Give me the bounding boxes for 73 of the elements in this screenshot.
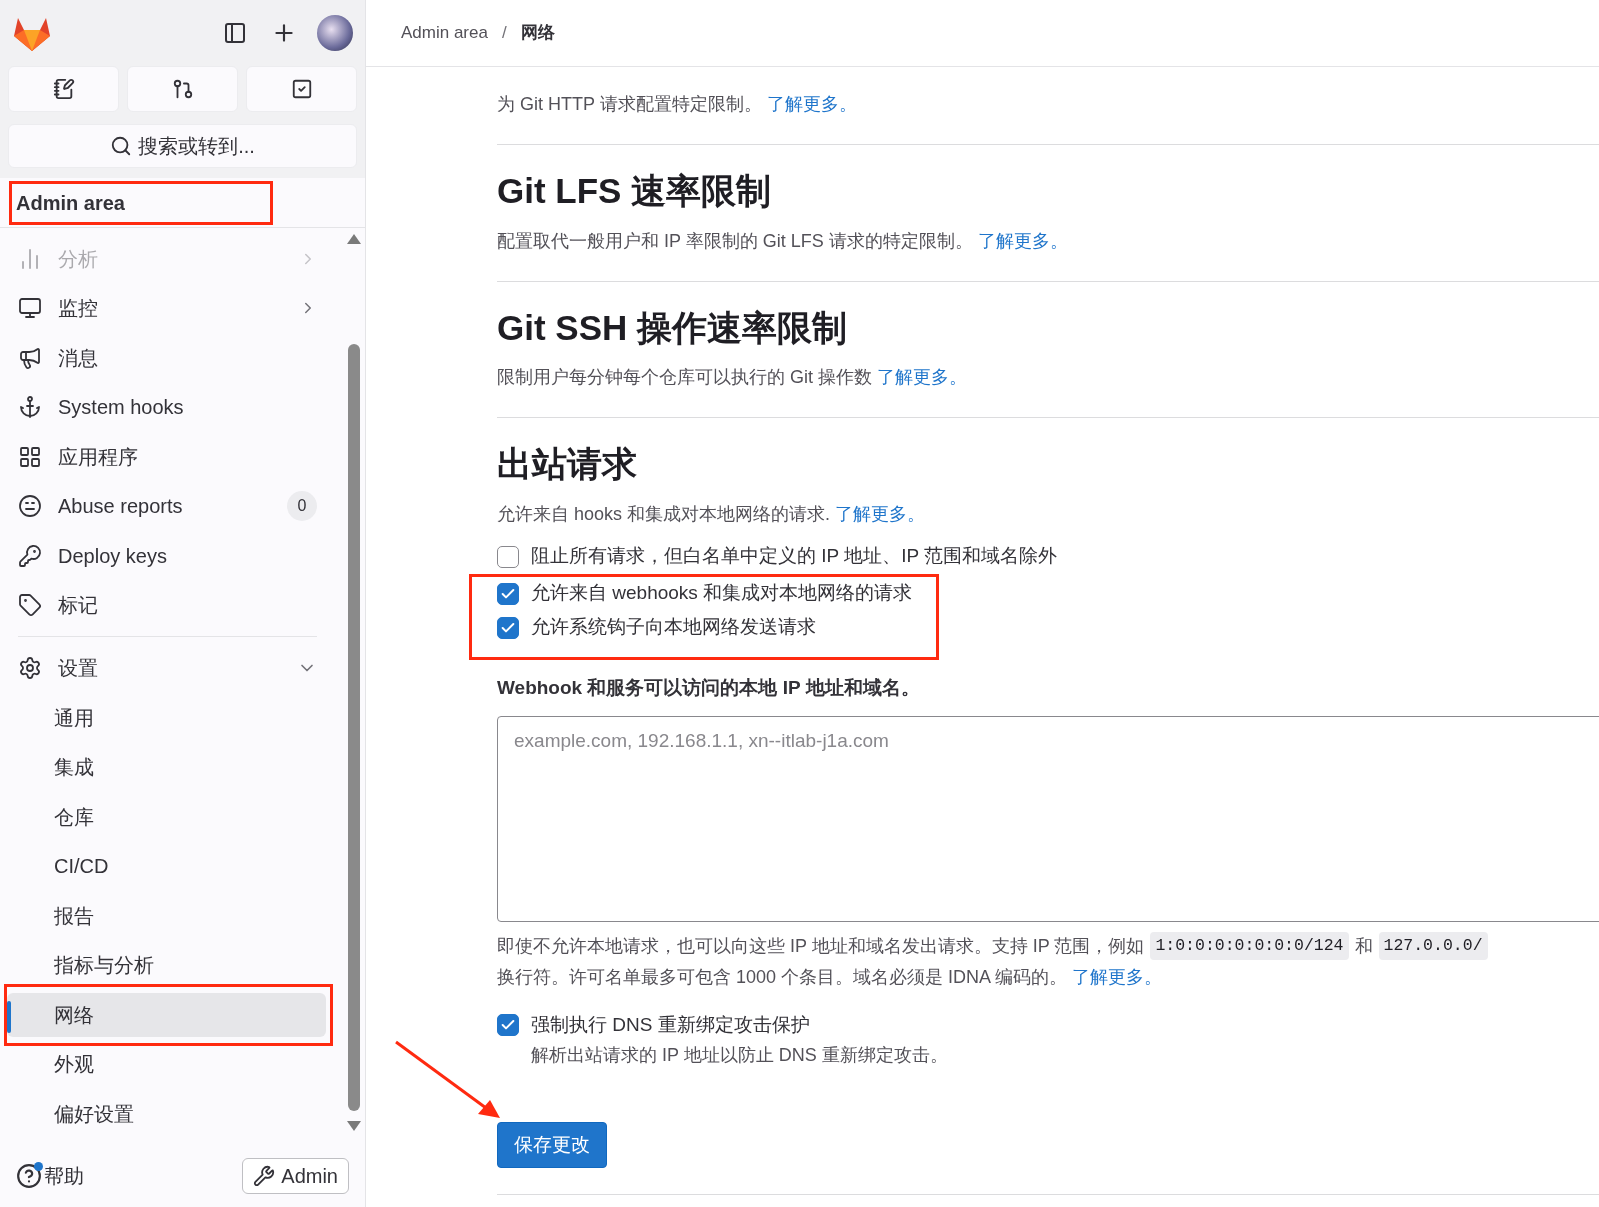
count-badge: 0 — [287, 491, 317, 522]
nav-subitem[interactable]: 报告 — [7, 894, 330, 938]
gear-icon — [18, 656, 42, 680]
scroll-down-icon — [347, 1121, 361, 1131]
anchor-icon — [18, 395, 42, 420]
learn-more-link[interactable]: 了解更多。 — [766, 94, 857, 114]
nav-subitem[interactable]: 指标与分析 — [7, 943, 330, 987]
megaphone-icon — [18, 345, 42, 370]
checkbox-label: 阻止所有请求，但白名单中定义的 IP 地址、IP 范围和域名除外 — [531, 544, 1058, 569]
checkbox[interactable] — [497, 582, 519, 605]
help-text: 换行符。许可名单最多可包含 1000 个条目。域名必须是 IDNA 编码的。 了解更多。 — [497, 966, 1164, 989]
breadcrumb-link[interactable]: Admin area — [401, 20, 488, 46]
field-label: Webhook 和服务可以访问的本地 IP 地址和域名。 — [497, 675, 921, 700]
nav-subitem[interactable]: 通用 — [7, 696, 330, 740]
section-heading: Git LFS 速率限制 — [497, 170, 773, 212]
learn-more-link[interactable]: 了解更多。 — [835, 503, 926, 524]
issues-button[interactable] — [8, 66, 119, 112]
key-icon — [18, 543, 42, 568]
search-icon — [110, 135, 133, 157]
checkbox-label: 允许来自 webhooks 和集成对本地网络的请求 — [531, 581, 913, 606]
nav-item[interactable]: System hooks — [8, 382, 327, 432]
wrench-icon — [253, 1165, 276, 1187]
section-description: 配置取代一般用户和 IP 率限制的 Git LFS 请求的特定限制。 了解更多。 — [497, 229, 1069, 253]
search-button[interactable]: 搜索或转到... — [8, 124, 357, 168]
checkbox-label: 强制执行 DNS 重新绑定攻击保护 — [531, 1013, 811, 1037]
tag-icon — [18, 593, 42, 618]
nav-group-header[interactable]: 设置 — [8, 643, 327, 693]
help-text: 即使不允许本地请求，也可以向这些 IP 地址和域名发出请求。支持 IP 范围，例如 1:0:0:0:0:0:0:0/124 和 127.0.0.0/ — [497, 930, 1599, 962]
checkbox-label: 允许系统钩子向本地网络发送请求 — [531, 615, 816, 640]
checkbox[interactable] — [497, 616, 519, 639]
face-icon — [18, 494, 42, 519]
scrollbar-thumb[interactable] — [348, 344, 360, 1111]
nav-item[interactable]: 标记 — [8, 580, 327, 630]
nav-subitem[interactable]: 网络 — [7, 993, 326, 1037]
selection-bar — [7, 1001, 11, 1033]
checkbox[interactable] — [497, 545, 519, 568]
admin-button[interactable]: Admin — [242, 1158, 349, 1194]
help-button[interactable]: 帮助 — [16, 1161, 84, 1191]
checkbox[interactable] — [497, 1014, 519, 1036]
text-area[interactable]: example.com, 192.168.1.1, xn--itlab-j1a.com — [497, 716, 1599, 922]
learn-more-link[interactable]: 了解更多。 — [877, 367, 968, 387]
checkbox-square-icon — [290, 78, 313, 100]
section-heading: Git SSH 操作速率限制 — [497, 306, 849, 349]
nav-subitem[interactable]: 仓库 — [7, 795, 330, 839]
nav-subitem[interactable]: 外观 — [7, 1042, 330, 1086]
sidebar-toggle-icon[interactable] — [223, 21, 247, 45]
learn-more-link[interactable]: 了解更多。 — [977, 230, 1068, 251]
nav-item[interactable]: Abuse reports 0 — [8, 481, 327, 531]
breadcrumb-separator: / — [501, 22, 507, 45]
nav-subitem[interactable]: 偏好设置 — [7, 1092, 330, 1136]
section-title: Admin area — [9, 181, 273, 225]
section-description: 为 Git HTTP 请求配置特定限制。 了解更多。 — [497, 93, 858, 116]
save-button[interactable]: 保存更改 — [497, 1122, 607, 1168]
section-heading: 出站请求 — [497, 443, 638, 485]
merge-requests-button[interactable] — [127, 66, 238, 112]
todo-button[interactable] — [246, 66, 357, 112]
notebook-pen-icon — [52, 78, 75, 100]
avatar[interactable] — [317, 15, 353, 51]
nav-subitem[interactable]: CI/CD — [7, 844, 330, 888]
merge-request-icon — [171, 78, 194, 100]
checkbox-description: 解析出站请求的 IP 地址以防止 DNS 重新绑定攻击。 — [531, 1044, 948, 1067]
nav-item[interactable]: 监控 — [8, 283, 327, 333]
section-description: 允许来自 hooks 和集成对本地网络的请求. 了解更多。 — [497, 502, 927, 526]
nav-subitem[interactable]: 集成 — [7, 745, 330, 789]
section-description: 限制用户每分钟每个仓库可以执行的 Git 操作数 了解更多。 — [497, 366, 969, 389]
scroll-up-icon — [347, 234, 361, 244]
nav-item[interactable]: Deploy keys — [8, 531, 327, 581]
monitor-icon — [18, 296, 42, 321]
grid-icon — [18, 444, 42, 469]
learn-more-link[interactable]: 了解更多。 — [1072, 967, 1163, 987]
breadcrumb-link[interactable]: 网络 — [520, 20, 555, 46]
nav-item[interactable]: 消息 — [8, 333, 327, 383]
nav-item[interactable]: 应用程序 — [8, 432, 327, 482]
